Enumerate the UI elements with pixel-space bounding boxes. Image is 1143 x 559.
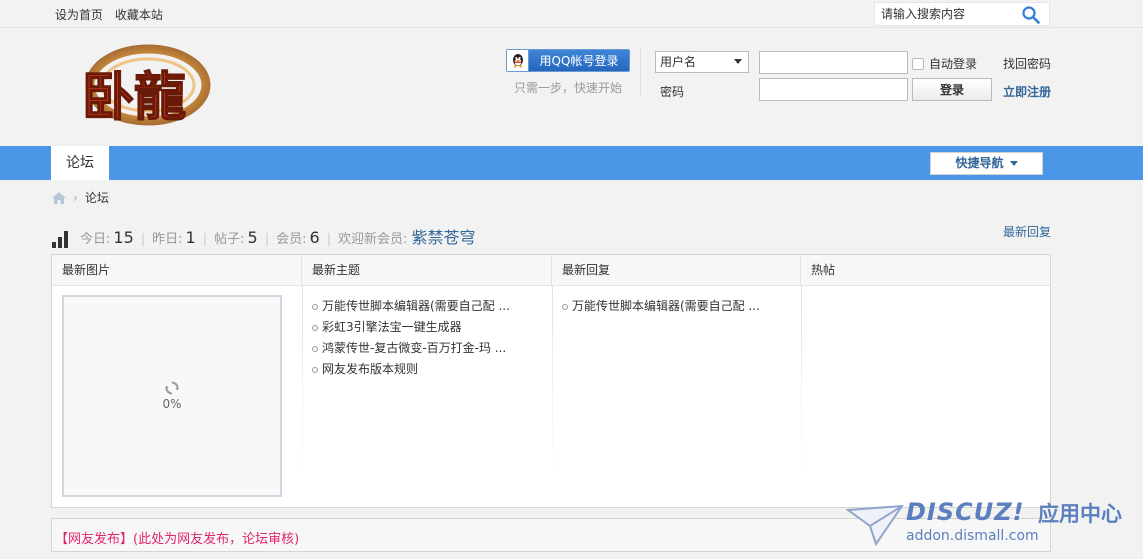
discuz-watermark: DISCUZ! 应用中心 addon.dismall.com <box>846 492 1136 556</box>
list-item[interactable]: 彩虹3引擎法宝一键生成器 <box>312 317 510 338</box>
watermark-url: addon.dismall.com <box>906 528 1039 544</box>
stats-divider: | <box>202 232 208 247</box>
breadcrumb: › 论坛 <box>52 189 109 206</box>
top-bar: 设为首页 收藏本站 <box>0 0 1143 28</box>
auto-login-option[interactable]: 自动登录 <box>912 55 977 72</box>
category-title-link[interactable]: 【网友发布】(此处为网友发布，论坛审核) <box>55 528 299 547</box>
chevron-down-icon <box>734 59 742 64</box>
column-divider <box>801 286 802 476</box>
password-label: 密码 <box>660 85 685 99</box>
latest-reply-link[interactable]: 最新回复 <box>1003 223 1051 240</box>
welcome-label: 欢迎新会员: <box>338 232 408 247</box>
loading-refresh-icon <box>165 381 179 395</box>
members-label: 会员: <box>276 232 307 247</box>
header: 卧龍 用QQ帐号登录 只需一步，快速开始 用户名 密码 自动登录 登录 找回密码… <box>0 29 1143 146</box>
yesterday-label: 昨日: <box>152 232 183 247</box>
col-title-latest-replies: 最新回复 <box>552 255 801 286</box>
site-logo[interactable]: 卧龍 <box>78 41 214 133</box>
stats-bars-icon <box>52 231 68 248</box>
login-type-value: 用户名 <box>660 55 697 69</box>
auto-login-checkbox[interactable] <box>912 57 924 70</box>
set-homepage-link[interactable]: 设为首页 <box>55 8 103 22</box>
auto-login-label: 自动登录 <box>929 57 978 71</box>
col-title-latest-topics: 最新主题 <box>302 255 552 286</box>
search-box <box>874 2 1050 26</box>
watermark-cn: 应用中心 <box>1038 502 1122 526</box>
posts-label: 帖子: <box>214 232 245 247</box>
qq-hint-text: 只需一步，快速开始 <box>514 81 623 95</box>
login-button[interactable]: 登录 <box>912 78 992 101</box>
panel-header: 最新图片 最新主题 最新回复 热帖 <box>52 255 1050 286</box>
today-label: 今日: <box>80 232 111 247</box>
paper-plane-icon <box>846 504 904 547</box>
forum-stats: 今日: 15 | 昨日: 1 | 帖子: 5 | 会员: 6 | 欢迎新会员: 紫禁苍穹 <box>52 224 475 248</box>
watermark-brand: DISCUZ! <box>906 498 1025 526</box>
breadcrumb-current[interactable]: 论坛 <box>85 189 109 206</box>
search-icon[interactable] <box>1021 5 1041 25</box>
posts-count: 5 <box>247 228 258 247</box>
col-title-hot-posts: 热帖 <box>811 263 836 277</box>
list-item[interactable]: 万能传世脚本编辑器(需要自己配 ... <box>312 296 510 317</box>
stats-divider: | <box>140 232 146 247</box>
latest-image-slider[interactable]: 0% <box>62 295 282 497</box>
bookmark-site-link[interactable]: 收藏本站 <box>115 8 163 22</box>
nav-tab-forum[interactable]: 论坛 <box>51 146 109 180</box>
column-divider <box>552 286 553 476</box>
stats-divider: | <box>264 232 270 247</box>
register-link[interactable]: 立即注册 <box>1003 83 1051 100</box>
main-nav: 论坛 快捷导航 <box>0 146 1143 180</box>
image-loader: 0% <box>64 381 280 411</box>
members-count: 6 <box>309 228 320 247</box>
yesterday-count: 1 <box>185 228 196 247</box>
stats-divider: | <box>326 232 332 247</box>
latest-replies-list: 万能传世脚本编辑器(需要自己配 ... <box>562 296 760 317</box>
quick-nav-button[interactable]: 快捷导航 <box>930 152 1043 175</box>
qq-login-button[interactable]: 用QQ帐号登录 <box>506 49 630 72</box>
portal-panel: 最新图片 最新主题 最新回复 热帖 0% 万能传世脚本编辑器(需要自己配 ...… <box>51 254 1051 508</box>
col-title-latest-images: 最新图片 <box>52 255 302 286</box>
latest-topics-list: 万能传世脚本编辑器(需要自己配 ... 彩虹3引擎法宝一键生成器 鸿蒙传世-复古… <box>312 296 510 380</box>
today-count: 15 <box>113 228 134 247</box>
dropdown-arrow-icon <box>1009 161 1018 166</box>
qq-login-label: 用QQ帐号登录 <box>539 54 619 68</box>
password-input[interactable] <box>759 78 908 101</box>
list-item[interactable]: 网友发布版本规则 <box>312 359 510 380</box>
top-links: 设为首页 收藏本站 <box>55 6 171 23</box>
quick-nav-label: 快捷导航 <box>955 156 1004 170</box>
column-divider <box>302 286 303 476</box>
find-password-link[interactable]: 找回密码 <box>1003 55 1051 72</box>
qq-penguin-icon <box>507 50 529 71</box>
header-divider <box>640 47 641 97</box>
logo-text: 卧龍 <box>82 67 186 128</box>
image-progress-text: 0% <box>162 397 182 411</box>
list-item[interactable]: 鸿蒙传世-复古微变-百万打金-玛 ... <box>312 338 510 359</box>
list-item[interactable]: 万能传世脚本编辑器(需要自己配 ... <box>562 296 760 317</box>
username-input[interactable] <box>759 51 908 74</box>
new-member-link[interactable]: 紫禁苍穹 <box>411 224 475 248</box>
search-input[interactable] <box>875 3 1015 25</box>
logo-emblem-icon: 卧龍 <box>81 44 211 129</box>
login-type-select[interactable]: 用户名 <box>655 51 749 73</box>
home-icon[interactable] <box>52 191 66 204</box>
breadcrumb-separator: › <box>73 190 78 205</box>
